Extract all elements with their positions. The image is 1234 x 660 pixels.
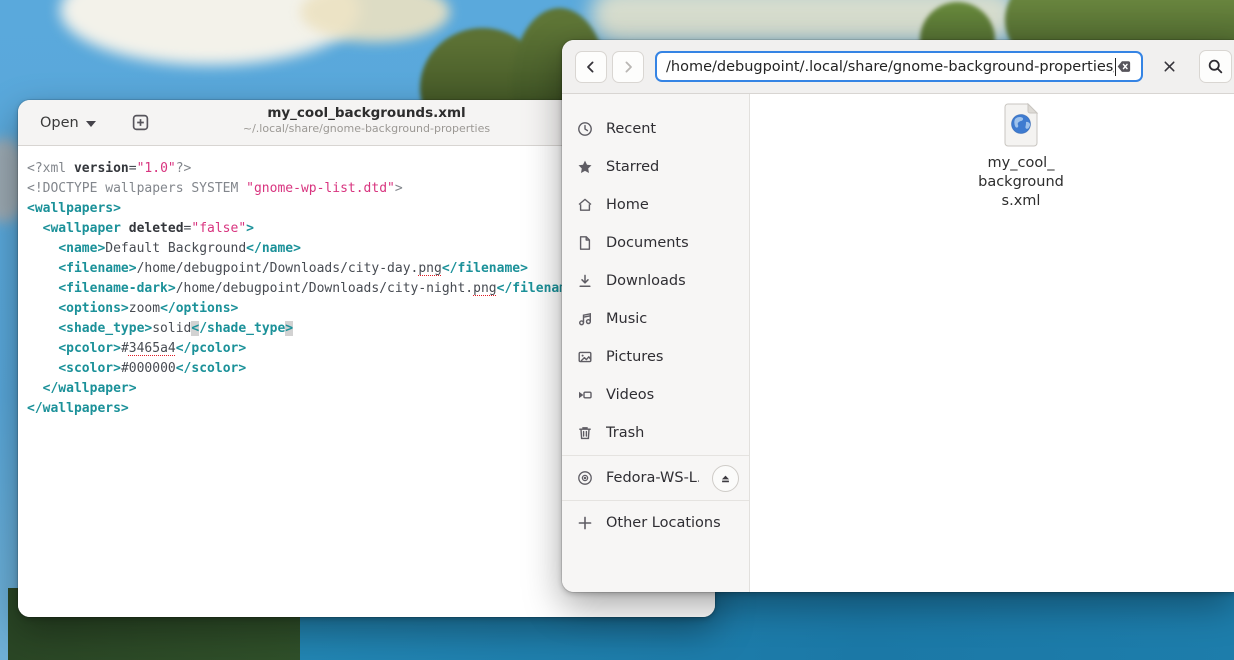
sidebar-item-trash[interactable]: Trash	[562, 414, 749, 452]
sidebar-item-label: Music	[606, 311, 739, 327]
chevron-left-icon	[583, 59, 599, 75]
close-pathbar-button[interactable]	[1154, 52, 1184, 82]
plus-icon	[577, 515, 593, 531]
trash-icon	[577, 425, 593, 441]
home-icon	[577, 197, 593, 213]
document-icon	[577, 235, 593, 251]
desktop: Open my_cool_backgrounds.xml ~/.local/sh…	[0, 0, 1234, 660]
sidebar-item-music[interactable]: Music	[562, 300, 749, 338]
sidebar-item-label: Pictures	[606, 349, 739, 365]
star-icon	[577, 159, 593, 175]
file-item-xml[interactable]: my_cool_ background s.xml	[976, 103, 1066, 211]
music-note-icon	[577, 311, 593, 327]
sidebar-item-downloads[interactable]: Downloads	[562, 262, 749, 300]
sidebar-item-label: Fedora-WS-L...	[606, 470, 699, 486]
sidebar-item-other-locations[interactable]: Other Locations	[562, 504, 749, 542]
clear-input-icon[interactable]	[1116, 58, 1133, 75]
sidebar-item-documents[interactable]: Documents	[562, 224, 749, 262]
sidebar-item-pictures[interactable]: Pictures	[562, 338, 749, 376]
sidebar-item-label: Downloads	[606, 273, 739, 289]
clock-icon	[577, 121, 593, 137]
chevron-down-icon	[86, 121, 96, 127]
sidebar-item-recent[interactable]: Recent	[562, 110, 749, 148]
path-input[interactable]: /home/debugpoint/.local/share/gnome-back…	[655, 51, 1143, 82]
sidebar-item-starred[interactable]: Starred	[562, 148, 749, 186]
search-icon	[1207, 58, 1224, 75]
sidebar-item-label: Other Locations	[606, 515, 739, 531]
video-camera-icon	[577, 387, 593, 403]
files-headerbar: /home/debugpoint/.local/share/gnome-back…	[562, 40, 1234, 94]
close-icon	[1162, 59, 1177, 74]
open-button[interactable]: Open	[30, 110, 106, 136]
plus-square-icon	[131, 113, 150, 132]
sidebar-item-label: Starred	[606, 159, 739, 175]
path-input-value: /home/debugpoint/.local/share/gnome-back…	[666, 59, 1114, 75]
download-icon	[577, 273, 593, 289]
chevron-right-icon	[620, 59, 636, 75]
open-button-label: Open	[40, 115, 79, 131]
files-window: /home/debugpoint/.local/share/gnome-back…	[562, 40, 1234, 592]
picture-icon	[577, 349, 593, 365]
sidebar-item-videos[interactable]: Videos	[562, 376, 749, 414]
sidebar-item-home[interactable]: Home	[562, 186, 749, 224]
eject-button[interactable]	[712, 465, 739, 492]
sidebar-separator	[562, 500, 749, 501]
back-button[interactable]	[575, 51, 607, 83]
sidebar-item-label: Documents	[606, 235, 739, 251]
sidebar-item-label: Recent	[606, 121, 739, 137]
file-item-label: my_cool_ background s.xml	[978, 154, 1064, 211]
sidebar-item-label: Videos	[606, 387, 739, 403]
sidebar-item-fedora-ws-l[interactable]: Fedora-WS-L...	[562, 459, 749, 497]
disc-icon	[577, 470, 593, 486]
sidebar: Recent Starred Home Documents Downloads Music…	[562, 94, 750, 592]
sidebar-item-label: Trash	[606, 425, 739, 441]
sidebar-item-label: Home	[606, 197, 739, 213]
file-grid[interactable]: my_cool_ background s.xml	[750, 94, 1234, 592]
forward-button[interactable]	[612, 51, 644, 83]
xml-file-icon	[1002, 103, 1040, 147]
search-button[interactable]	[1199, 50, 1232, 83]
new-tab-button[interactable]	[128, 110, 154, 136]
sidebar-separator	[562, 455, 749, 456]
